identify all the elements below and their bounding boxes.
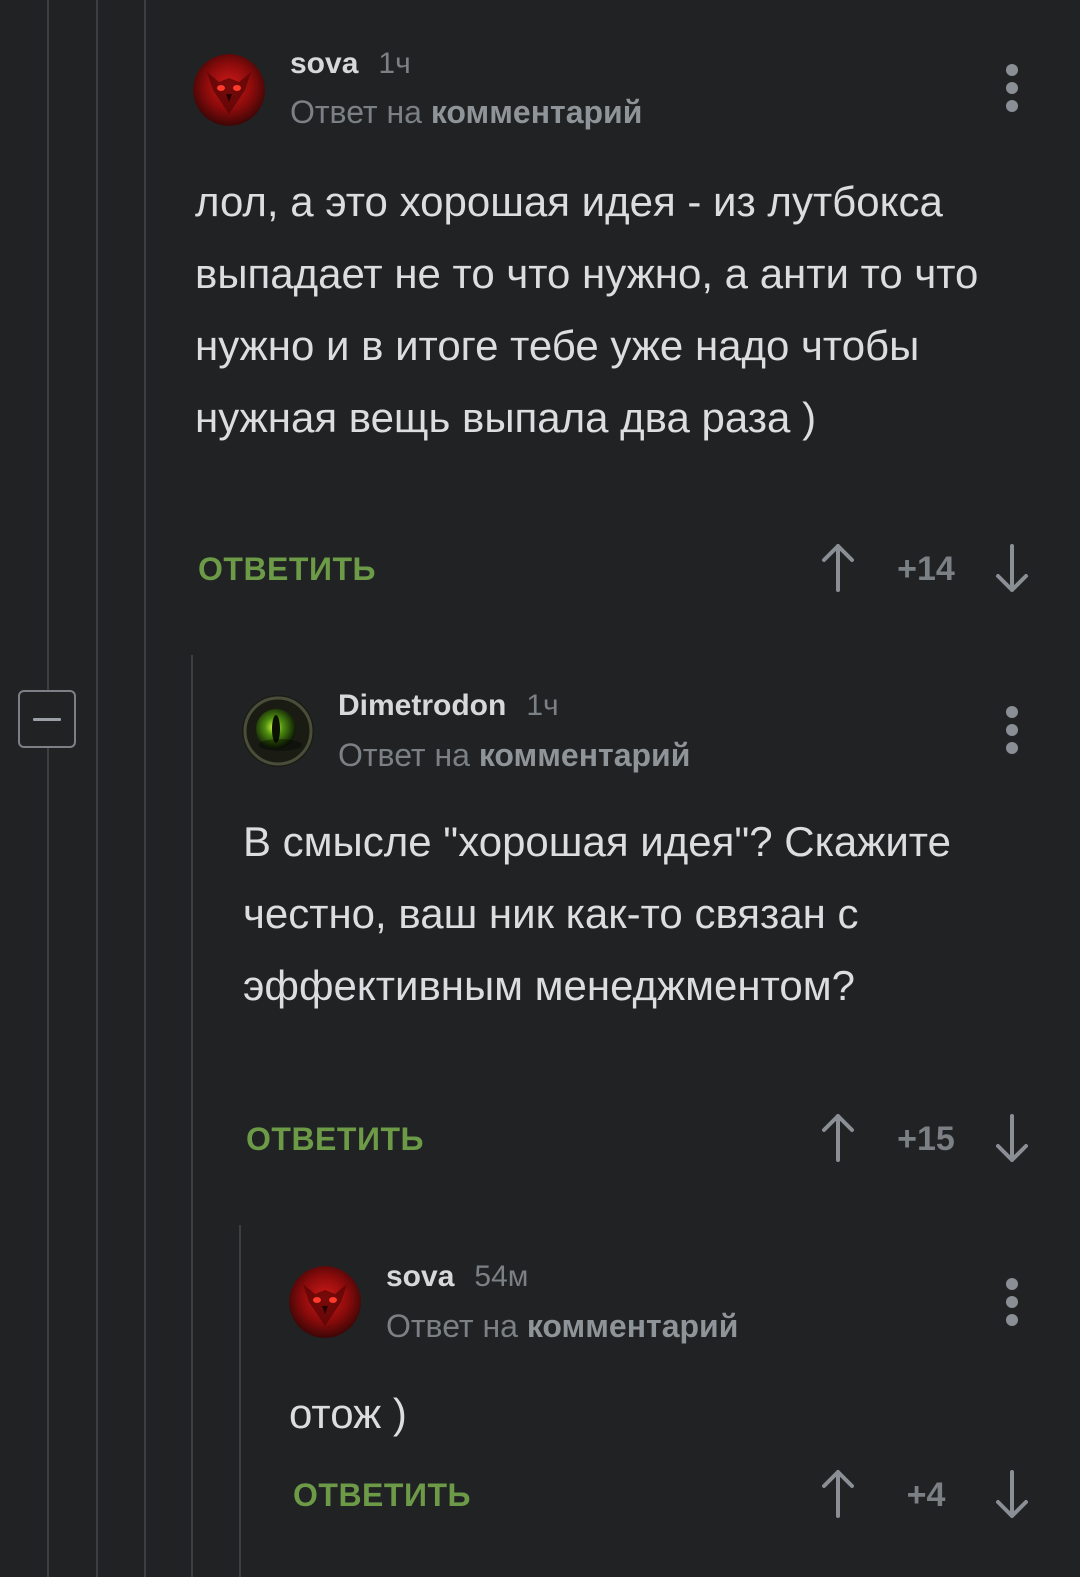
user-avatar[interactable] (289, 1266, 361, 1338)
dot (1006, 1278, 1018, 1290)
comment-score: +4 (906, 1476, 946, 1514)
downvote-button[interactable] (992, 1468, 1032, 1520)
dot (1006, 1314, 1018, 1326)
red-owl-avatar-icon (289, 1266, 361, 1338)
arrow-up-icon (822, 1470, 854, 1518)
author-name[interactable]: sova (386, 1260, 454, 1293)
reply-to-line: Ответ на комментарий (386, 1308, 738, 1344)
comment: sova 54м Ответ на комментарий отож ) ОТВЕ… (0, 0, 1080, 1577)
arrow-down-icon (996, 1470, 1028, 1518)
reply-button[interactable]: ОТВЕТИТЬ (293, 1475, 471, 1515)
more-options-button[interactable] (1002, 1278, 1022, 1328)
reply-to-prefix: Ответ на (386, 1308, 518, 1344)
dot (1006, 1296, 1018, 1308)
upvote-button[interactable] (818, 1468, 858, 1520)
comment-text: отож ) (289, 1390, 407, 1437)
comment-author[interactable]: sova 54м (386, 1260, 528, 1294)
comment-time: 54м (474, 1260, 529, 1293)
reply-to-link[interactable]: комментарий (527, 1308, 739, 1344)
